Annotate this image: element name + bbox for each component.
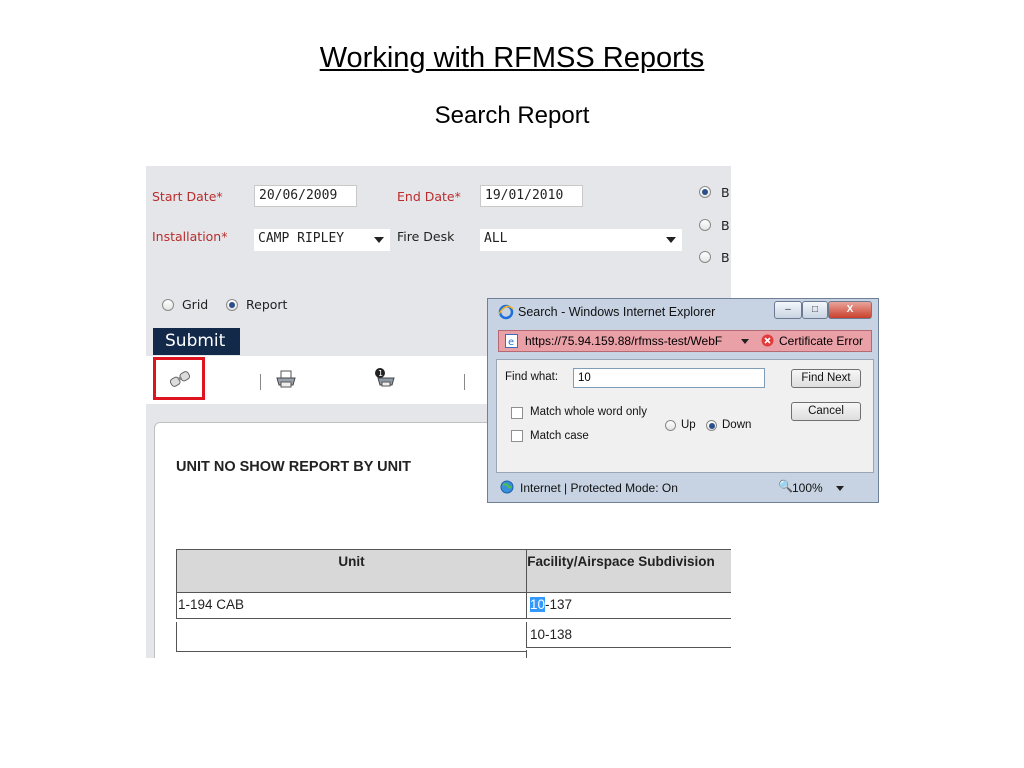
view-report-label: Report	[246, 297, 288, 312]
chevron-down-icon[interactable]	[741, 339, 749, 344]
report-type-radio-2[interactable]	[699, 219, 711, 231]
report-type-option-3-label: B	[721, 250, 730, 265]
printer-icon[interactable]	[274, 369, 298, 393]
direction-up-label: Up	[681, 419, 696, 431]
direction-up-radio[interactable]	[665, 420, 676, 431]
minimize-button[interactable]: –	[774, 301, 802, 319]
chevron-down-icon	[666, 237, 676, 243]
unit-cell: 1-194 CAB	[178, 597, 245, 612]
direction-down-label: Down	[722, 419, 752, 431]
fire-desk-label: Fire Desk	[397, 229, 455, 244]
svg-text:e: e	[508, 337, 514, 348]
match-whole-word-checkbox[interactable]	[511, 407, 523, 419]
export-icon[interactable]: 1	[372, 366, 398, 392]
match-whole-word-label: Match whole word only	[530, 406, 647, 418]
find-dialog-window: Search - Windows Internet Explorer – □ X…	[487, 298, 879, 503]
status-bar: Internet | Protected Mode: On 🔍 100%	[496, 477, 874, 499]
report-title: UNIT NO SHOW REPORT BY UNIT	[176, 459, 411, 475]
slide-title: Working with RFMSS Reports	[319, 42, 705, 74]
end-date-label: End Date*	[397, 189, 461, 204]
address-url: https://75.94.159.88/rfmss-test/WebF	[525, 334, 723, 348]
report-type-option-2-label: B	[721, 218, 730, 233]
installation-value: CAMP RIPLEY	[258, 231, 345, 246]
column-header-unit: Unit	[176, 549, 527, 593]
fire-desk-select[interactable]: ALL	[480, 229, 682, 251]
close-button[interactable]: X	[828, 301, 872, 319]
column-header-facility: Facility/Airspace Subdivision	[526, 549, 731, 593]
installation-label: Installation*	[152, 229, 228, 244]
find-icon-highlight	[153, 357, 205, 400]
cancel-button[interactable]: Cancel	[791, 402, 861, 421]
find-what-input[interactable]: 10	[573, 368, 765, 388]
facility-cell: 10-137	[530, 597, 573, 612]
find-next-button[interactable]: Find Next	[791, 369, 861, 388]
start-date-label: Start Date*	[152, 189, 223, 204]
fire-desk-value: ALL	[484, 231, 508, 246]
facility-cell: 10-138	[530, 627, 573, 642]
submit-button[interactable]: Submit	[153, 328, 240, 355]
zoom-level[interactable]: 100%	[792, 481, 823, 495]
find-what-label: Find what:	[505, 371, 559, 383]
toolbar-divider	[464, 374, 465, 390]
certificate-error-icon	[761, 334, 774, 350]
match-case-label: Match case	[530, 430, 589, 442]
view-report-radio[interactable]	[226, 299, 238, 311]
dialog-title: Search - Windows Internet Explorer	[518, 305, 716, 319]
maximize-button[interactable]: □	[802, 301, 828, 319]
chevron-down-icon[interactable]	[836, 486, 844, 491]
ie-logo-icon	[498, 304, 514, 325]
address-bar[interactable]: e https://75.94.159.88/rfmss-test/WebF C…	[498, 330, 872, 352]
end-date-field[interactable]: 19/01/2010	[480, 185, 583, 207]
zoom-icon: 🔍	[778, 479, 793, 493]
view-grid-label: Grid	[182, 297, 209, 312]
toolbar-divider	[260, 374, 261, 390]
find-dialog-body: Find what: 10 Find Next Cancel Match who…	[496, 359, 874, 473]
globe-icon	[500, 480, 514, 497]
report-type-option-1-label: B	[721, 185, 730, 200]
slide-subtitle: Search Report	[434, 102, 590, 129]
security-zone-text: Internet | Protected Mode: On	[520, 481, 678, 495]
chevron-down-icon	[374, 237, 384, 243]
page-icon: e	[505, 334, 518, 351]
report-type-radio-1[interactable]	[699, 186, 711, 198]
match-case-checkbox[interactable]	[511, 430, 523, 442]
certificate-error-text[interactable]: Certificate Error	[779, 334, 863, 348]
direction-down-radio[interactable]	[706, 420, 717, 431]
svg-text:1: 1	[378, 369, 383, 378]
start-date-field[interactable]: 20/06/2009	[254, 185, 357, 207]
installation-select[interactable]: CAMP RIPLEY	[254, 229, 390, 251]
view-grid-radio[interactable]	[162, 299, 174, 311]
find-match-highlight: 10	[530, 597, 546, 612]
report-type-radio-3[interactable]	[699, 251, 711, 263]
